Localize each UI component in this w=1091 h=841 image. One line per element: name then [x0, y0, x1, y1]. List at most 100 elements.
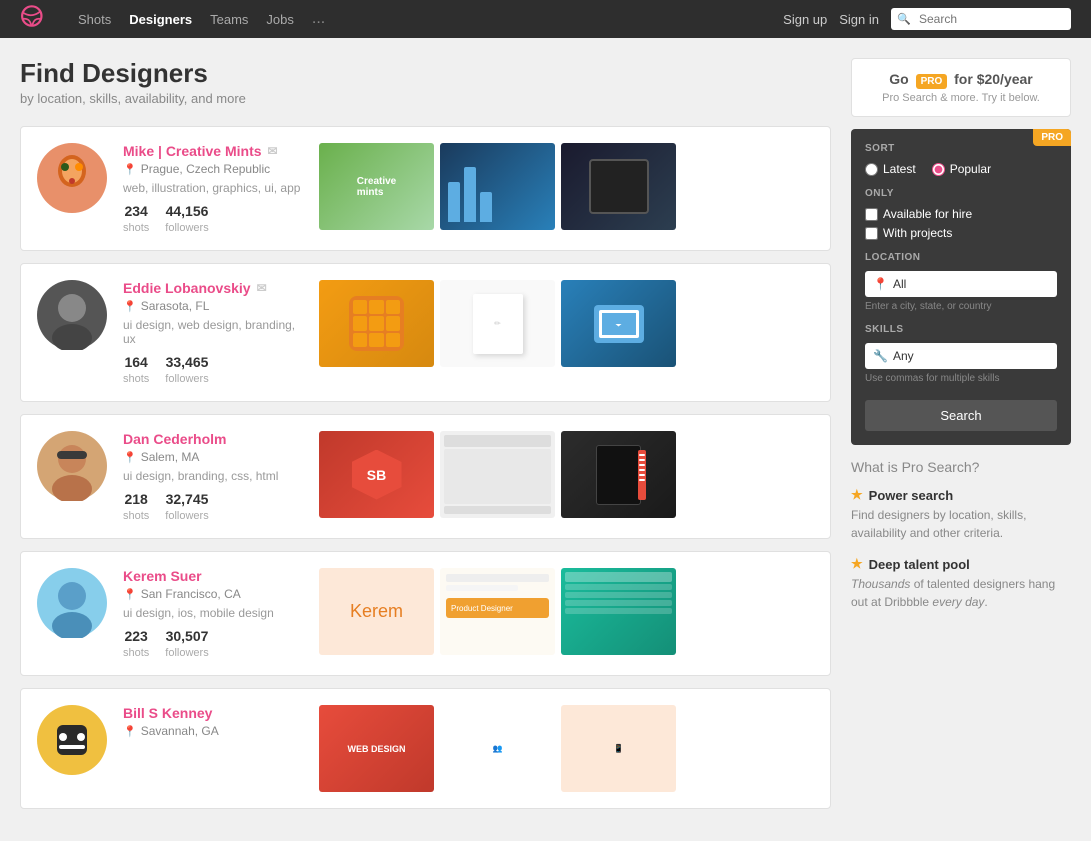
designer-stats: 164 shots 33,465 followers: [123, 354, 303, 385]
designer-info: Dan Cederholm 📍 Salem, MA ui design, bra…: [123, 431, 303, 522]
pro-banner-sub: Pro Search & more. Try it below.: [864, 92, 1058, 104]
location-label: LOCATION: [865, 252, 1057, 263]
followers-label: followers: [165, 373, 208, 385]
sort-latest-label: Latest: [883, 162, 916, 176]
designer-location: 📍 San Francisco, CA: [123, 587, 303, 601]
nav-search-wrap: [891, 8, 1071, 30]
shots-count: 218: [123, 491, 149, 507]
shot-inner: 👥: [440, 705, 555, 792]
sort-latest-radio[interactable]: [865, 163, 878, 176]
shot-thumb[interactable]: [561, 431, 676, 518]
shot-thumb[interactable]: 📱: [561, 705, 676, 792]
nav-right: Sign up Sign in: [783, 8, 1071, 30]
designer-stats: 234 shots 44,156 followers: [123, 203, 303, 234]
pro-power-title: ★ Power search: [851, 487, 1071, 503]
pro-banner: Go PRO for $20/year Pro Search & more. T…: [851, 58, 1071, 117]
pro-info-what: What: [851, 459, 884, 475]
designer-name[interactable]: Mike | Creative Mints ✉: [123, 143, 303, 159]
shots-label: shots: [123, 222, 149, 234]
sort-popular-radio[interactable]: [932, 163, 945, 176]
skills-icon: 🔧: [873, 349, 888, 363]
designer-name[interactable]: Bill S Kenney: [123, 705, 303, 721]
available-checkbox[interactable]: [865, 208, 878, 221]
star-icon-2: ★: [851, 556, 863, 572]
search-button[interactable]: Search: [865, 400, 1057, 431]
sort-options: Latest Popular: [865, 162, 1057, 176]
followers-label: followers: [165, 222, 208, 234]
shot-inner: [561, 431, 676, 518]
location-icon: 📍: [873, 277, 888, 291]
pro-pool-body: Thousands of talented designers hang out…: [851, 575, 1071, 611]
designer-name[interactable]: Eddie Lobanovskiy ✉: [123, 280, 303, 296]
nav-more[interactable]: ...: [312, 10, 325, 28]
designer-card: Mike | Creative Mints ✉ 📍 Prague, Czech …: [20, 126, 831, 251]
shot-thumb[interactable]: ✏: [440, 280, 555, 367]
sort-latest[interactable]: Latest: [865, 162, 916, 176]
shot-thumb[interactable]: [440, 143, 555, 230]
skills-section: SKILLS 🔧 Use commas for multiple skills: [865, 324, 1057, 384]
mail-icon: ✉: [268, 144, 278, 158]
projects-checkbox[interactable]: [865, 227, 878, 240]
pro-feature-power: ★ Power search Find designers by locatio…: [851, 487, 1071, 542]
followers-count: 32,745: [165, 491, 208, 507]
designer-shots: SB: [319, 431, 814, 518]
shot-thumb[interactable]: [440, 431, 555, 518]
shots-stat: 164 shots: [123, 354, 149, 385]
shot-thumb[interactable]: Kerem: [319, 568, 434, 655]
pro-pool-thousands: Thousands: [851, 577, 910, 591]
nav-search-input[interactable]: [891, 8, 1071, 30]
shot-thumb[interactable]: Product Designer: [440, 568, 555, 655]
shots-count: 234: [123, 203, 149, 219]
only-label: ONLY: [865, 188, 1057, 199]
location-input[interactable]: [865, 271, 1057, 297]
designer-avatar: [37, 143, 107, 213]
designer-card: Eddie Lobanovskiy ✉ 📍 Sarasota, FL ui de…: [20, 263, 831, 402]
nav-shots[interactable]: Shots: [78, 12, 111, 27]
skills-label: SKILLS: [865, 324, 1057, 335]
followers-label: followers: [165, 647, 208, 659]
shot-thumb[interactable]: [561, 568, 676, 655]
shot-thumb[interactable]: 👥: [440, 705, 555, 792]
nav-designers[interactable]: Designers: [129, 12, 192, 27]
sort-popular[interactable]: Popular: [932, 162, 991, 176]
shots-label: shots: [123, 373, 149, 385]
main-content: Find Designers by location, skills, avai…: [20, 58, 831, 821]
designer-shots: Creativemints: [319, 143, 814, 230]
only-available[interactable]: Available for hire: [865, 207, 1057, 221]
shot-thumb[interactable]: SB: [319, 431, 434, 518]
pro-pool-label: Deep talent pool: [869, 557, 970, 572]
designer-shots: ✏: [319, 280, 814, 367]
designer-stats: 223 shots 30,507 followers: [123, 628, 303, 659]
designer-skills: web, illustration, graphics, ui, app: [123, 181, 303, 195]
shot-thumb[interactable]: WEB DESIGN: [319, 705, 434, 792]
signup-link[interactable]: Sign up: [783, 12, 827, 27]
skills-hint: Use commas for multiple skills: [865, 373, 1057, 384]
shot-thumb[interactable]: [319, 280, 434, 367]
designer-avatar: [37, 568, 107, 638]
location-input-wrap: 📍: [865, 271, 1057, 297]
designer-shots: KeremProduct Designer: [319, 568, 814, 655]
skills-input[interactable]: [865, 343, 1057, 369]
pro-badge: PRO: [916, 74, 948, 89]
designer-name[interactable]: Kerem Suer: [123, 568, 303, 584]
nav-teams[interactable]: Teams: [210, 12, 248, 27]
designer-name[interactable]: Dan Cederholm: [123, 431, 303, 447]
designer-shots: WEB DESIGN👥📱: [319, 705, 814, 792]
nav-jobs[interactable]: Jobs: [266, 12, 293, 27]
star-icon-1: ★: [851, 487, 863, 503]
shot-inner: [561, 568, 676, 655]
designer-card: Kerem Suer 📍 San Francisco, CA ui design…: [20, 551, 831, 676]
pro-info-rest: is Pro Search?: [888, 459, 980, 475]
designer-location: 📍 Savannah, GA: [123, 724, 303, 738]
shot-inner: ✏: [440, 280, 555, 367]
shot-thumb[interactable]: [561, 280, 676, 367]
only-projects[interactable]: With projects: [865, 226, 1057, 240]
pro-info: What is Pro Search? ★ Power search Find …: [851, 459, 1071, 611]
shot-thumb[interactable]: Creativemints: [319, 143, 434, 230]
signin-link[interactable]: Sign in: [839, 12, 879, 27]
shot-thumb[interactable]: [561, 143, 676, 230]
location-section: LOCATION 📍 Enter a city, state, or count…: [865, 252, 1057, 312]
logo[interactable]: [20, 5, 48, 33]
followers-count: 30,507: [165, 628, 208, 644]
location-text: Salem, MA: [141, 450, 200, 464]
